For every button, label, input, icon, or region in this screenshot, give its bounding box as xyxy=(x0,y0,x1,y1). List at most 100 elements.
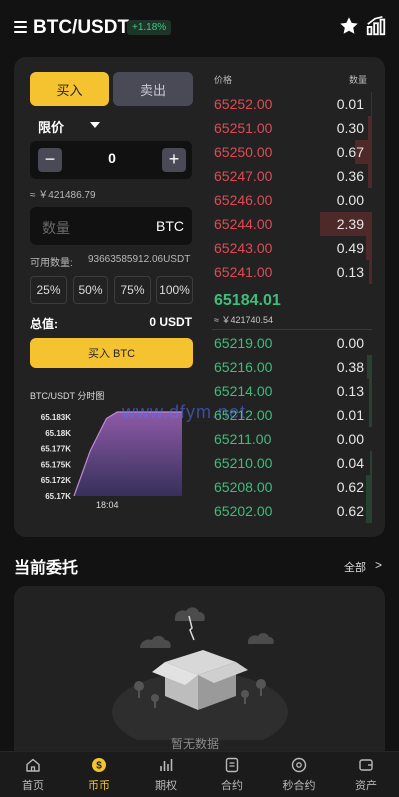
y-tick-label: 65.172K xyxy=(41,476,71,485)
x-tick-label: 18:04 xyxy=(96,500,119,510)
header: BTC/USDT +1.18% xyxy=(0,0,399,56)
bid-price: 65202.00 xyxy=(214,503,273,519)
orderbook-divider xyxy=(212,329,372,330)
ask-price: 65243.00 xyxy=(214,240,273,256)
percent-75-button[interactable]: 75% xyxy=(114,276,151,304)
empty-text: 暂无数据 xyxy=(171,737,220,751)
nav-label: 首页 xyxy=(22,780,44,792)
ask-row[interactable]: 65241.00 0.13 xyxy=(212,260,372,284)
bid-price: 65219.00 xyxy=(214,335,273,351)
contract-icon xyxy=(225,757,239,773)
nav-spot[interactable]: $ 币币 xyxy=(66,755,132,795)
nav-label: 合约 xyxy=(221,780,243,792)
ask-row[interactable]: 65244.00 2.39 xyxy=(212,212,372,236)
ask-price: 65250.00 xyxy=(214,144,273,160)
bid-qty: 0.04 xyxy=(336,455,364,471)
bid-qty: 0.13 xyxy=(336,383,364,399)
star-icon[interactable] xyxy=(338,15,360,37)
percent-100-button[interactable]: 100% xyxy=(156,276,193,304)
bid-price: 65210.00 xyxy=(214,455,273,471)
sell-tab[interactable]: 卖出 xyxy=(113,72,193,106)
nav-label: 资产 xyxy=(355,780,377,792)
y-tick-label: 65.177K xyxy=(41,445,71,454)
current-orders-title: 当前委托 xyxy=(14,560,79,577)
bid-qty: 0.01 xyxy=(336,407,364,423)
ask-row[interactable]: 65246.00 0.00 xyxy=(212,188,372,212)
ask-row[interactable]: 65251.00 0.30 xyxy=(212,116,372,140)
nav-label: 币币 xyxy=(88,780,110,792)
quantity-placeholder[interactable]: 数量 xyxy=(42,218,70,238)
bid-row[interactable]: 65210.00 0.04 xyxy=(212,451,372,475)
percent-50-button[interactable]: 50% xyxy=(73,276,108,304)
nav-contract[interactable]: 合约 xyxy=(199,755,265,795)
pair-title[interactable]: BTC/USDT xyxy=(33,17,129,39)
ask-qty: 0.49 xyxy=(336,240,364,256)
bid-price: 65212.00 xyxy=(214,407,273,423)
ask-price: 65251.00 xyxy=(214,120,273,136)
ask-row[interactable]: 65252.00 0.01 xyxy=(212,92,372,116)
bid-row[interactable]: 65212.00 0.01 xyxy=(212,403,372,427)
ask-price: 65241.00 xyxy=(214,264,273,280)
options-icon xyxy=(160,759,173,771)
buy-tab[interactable]: 买入 xyxy=(30,72,109,106)
ask-price: 65247.00 xyxy=(214,168,273,184)
nav-label: 秒合约 xyxy=(282,780,316,792)
bid-price: 65216.00 xyxy=(214,359,273,375)
ask-qty: 0.36 xyxy=(336,168,364,184)
order-type-select[interactable]: 限价 xyxy=(38,117,64,136)
bid-row[interactable]: 65219.00 0.00 xyxy=(212,331,372,355)
ask-row[interactable]: 65243.00 0.49 xyxy=(212,236,372,260)
price-input[interactable]: 0 xyxy=(62,150,162,166)
empty-box-icon xyxy=(112,607,288,740)
ask-qty: 2.39 xyxy=(336,216,364,232)
coin-icon: $ xyxy=(92,758,106,772)
y-tick-label: 65.17K xyxy=(45,492,71,501)
bid-qty: 0.62 xyxy=(336,479,364,495)
ask-qty: 0.67 xyxy=(336,144,364,160)
available-value: 93663585912.06USDT xyxy=(88,254,191,265)
ask-qty: 0.30 xyxy=(336,120,364,136)
bid-row[interactable]: 65214.00 0.13 xyxy=(212,379,372,403)
mini-chart-title: BTC/USDT 分时图 xyxy=(30,391,105,401)
kline-chart-icon[interactable] xyxy=(365,15,387,37)
chart-area xyxy=(74,412,182,496)
view-all-link[interactable]: 全部 xyxy=(344,559,366,575)
ask-qty: 0.13 xyxy=(336,264,364,280)
nav-home[interactable]: 首页 xyxy=(0,755,66,795)
bid-qty: 0.00 xyxy=(336,335,364,351)
change-badge: +1.18% xyxy=(127,20,172,35)
y-tick-label: 65.18K xyxy=(45,429,71,438)
second-contract-icon xyxy=(291,757,307,773)
bid-price: 65211.00 xyxy=(214,431,272,447)
y-tick-label: 65.183K xyxy=(41,413,71,422)
nav-assets[interactable]: 资产 xyxy=(333,755,399,795)
bid-row[interactable]: 65208.00 0.62 xyxy=(212,475,372,499)
price-increase-button[interactable]: + xyxy=(162,148,186,172)
ask-row[interactable]: 65247.00 0.36 xyxy=(212,164,372,188)
bid-row[interactable]: 65216.00 0.38 xyxy=(212,355,372,379)
ask-qty: 0.00 xyxy=(336,192,364,208)
bid-price: 65208.00 xyxy=(214,479,273,495)
svg-text:$: $ xyxy=(96,761,102,772)
bid-row[interactable]: 65202.00 0.62 xyxy=(212,499,372,523)
caret-down-icon[interactable] xyxy=(90,122,100,128)
wallet-icon xyxy=(359,759,373,771)
ask-row[interactable]: 65250.00 0.67 xyxy=(212,140,372,164)
bid-qty: 0.62 xyxy=(336,503,364,519)
nav-second-contract[interactable]: 秒合约 xyxy=(266,755,332,795)
menu-icon[interactable] xyxy=(14,19,30,35)
ask-price: 65244.00 xyxy=(214,216,273,232)
nav-options[interactable]: 期权 xyxy=(133,755,199,795)
price-decrease-button[interactable]: − xyxy=(38,148,62,172)
last-price: 65184.01 xyxy=(214,292,281,309)
bid-row[interactable]: 65211.00 0.00 xyxy=(212,427,372,451)
bid-qty: 0.38 xyxy=(336,359,364,375)
orderbook-header-qty: 数量 xyxy=(349,75,368,85)
buy-btc-button[interactable]: 买入 BTC xyxy=(30,338,193,368)
chevron-right-icon[interactable]: > xyxy=(375,558,382,572)
price-approx-cny: ≈ ￥421486.79 xyxy=(30,190,96,201)
percent-25-button[interactable]: 25% xyxy=(30,276,67,304)
nav-label: 期权 xyxy=(155,780,177,792)
last-price-cny: ≈ ￥421740.54 xyxy=(214,315,273,325)
ask-price: 65246.00 xyxy=(214,192,273,208)
